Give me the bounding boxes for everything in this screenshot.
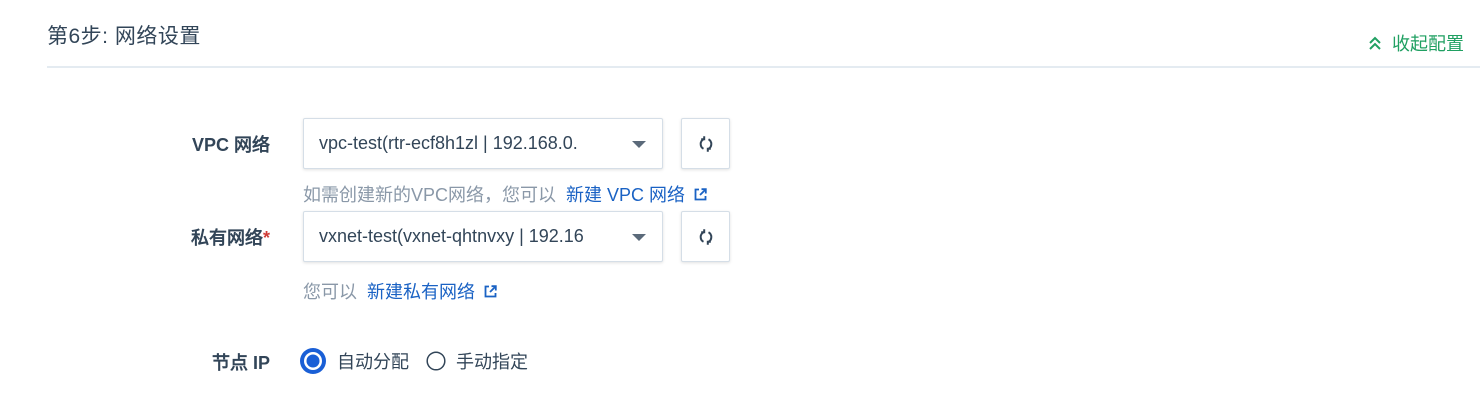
caret-down-icon (632, 234, 646, 241)
private-network-selected-value: vxnet-test(vxnet-qhtnvxy | 192.16 (319, 226, 584, 246)
radio-manual-specify-label: 手动指定 (456, 352, 528, 372)
node-ip-radio-group: 自动分配 手动指定 (299, 347, 528, 375)
double-chevron-up-icon (1369, 36, 1381, 50)
radio-unchecked-icon (426, 351, 446, 371)
radio-checked-icon (300, 348, 326, 374)
required-mark: * (262, 228, 270, 248)
vxnet-help-text: 您可以 新建私有网络 (303, 278, 497, 304)
radio-manual-specify[interactable]: 手动指定 (426, 348, 528, 374)
create-vpc-link[interactable]: 新建 VPC 网络 (566, 181, 707, 207)
external-link-icon (484, 284, 497, 297)
vpc-help-text: 如需创建新的VPC网络，您可以 新建 VPC 网络 (303, 181, 707, 207)
private-network-label: 私有网络* (191, 224, 270, 250)
create-private-network-link[interactable]: 新建私有网络 (367, 278, 497, 304)
step-title: 第6步: 网络设置 (47, 25, 201, 48)
radio-auto-assign[interactable]: 自动分配 (299, 347, 409, 375)
refresh-icon (699, 228, 712, 245)
vpc-network-select[interactable]: vpc-test(rtr-ecf8h1zl | 192.168.0. (303, 118, 663, 169)
private-network-select[interactable]: vxnet-test(vxnet-qhtnvxy | 192.16 (303, 211, 663, 262)
network-settings-panel: 第6步: 网络设置 收起配置 VPC 网络 vpc-test(rtr-ecf8h… (0, 0, 1480, 416)
vpc-network-label: VPC 网络 (191, 135, 270, 155)
vpc-network-selected-value: vpc-test(rtr-ecf8h1zl | 192.168.0. (319, 133, 578, 153)
vxnet-refresh-button[interactable] (681, 211, 730, 262)
vpc-refresh-button[interactable] (681, 118, 730, 169)
caret-down-icon (632, 141, 646, 148)
vxnet-help-message: 您可以 (303, 282, 357, 302)
create-private-network-link-label: 新建私有网络 (367, 282, 475, 302)
header-divider (47, 66, 1480, 68)
private-network-label-text: 私有网络 (190, 228, 263, 248)
radio-auto-assign-label: 自动分配 (337, 352, 409, 372)
collapse-config-link[interactable]: 收起配置 (1368, 30, 1464, 56)
create-vpc-link-label: 新建 VPC 网络 (566, 185, 686, 205)
vpc-help-message: 如需创建新的VPC网络，您可以 (303, 185, 557, 205)
refresh-icon (699, 135, 712, 152)
collapse-config-label: 收起配置 (1392, 34, 1464, 54)
external-link-icon (694, 187, 707, 200)
node-ip-label: 节点 IP (211, 353, 270, 373)
